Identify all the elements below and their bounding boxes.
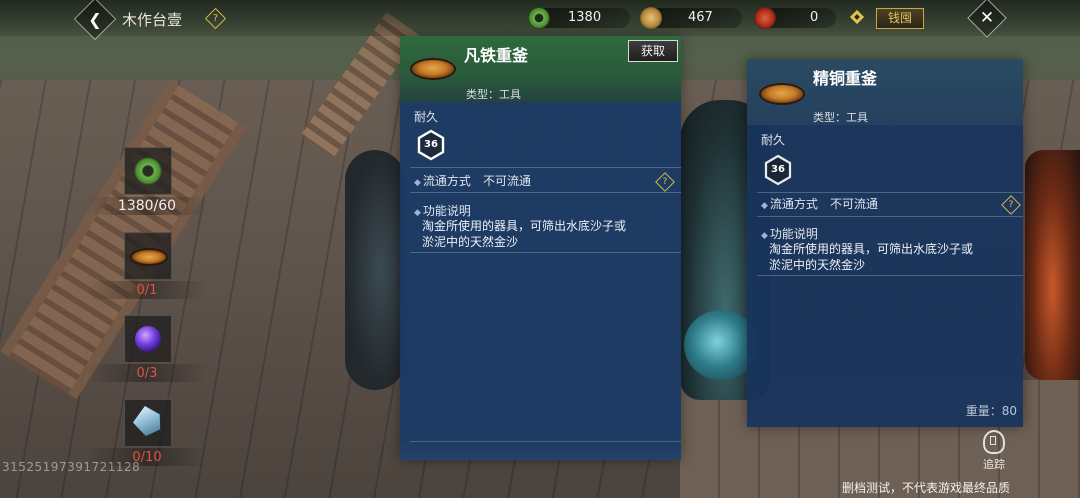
bronze-pan-icon xyxy=(759,83,805,105)
user-id: 31525197391721128 xyxy=(2,460,141,474)
function-label: 功能说明 xyxy=(769,227,818,241)
iron-pan-icon xyxy=(410,58,456,80)
circulation-help-button[interactable]: ? xyxy=(655,172,675,192)
trace-button[interactable]: 追踪 xyxy=(980,430,1008,472)
bullet-icon: ◆ xyxy=(761,201,768,211)
function-description: 淘金所使用的器具，可筛出水底沙子或 淤泥中的天然金沙 xyxy=(769,241,973,273)
trace-label: 追踪 xyxy=(983,458,1005,471)
durability-label: 耐久 xyxy=(761,133,786,147)
divider xyxy=(410,167,681,168)
page-title: 木作台壹 xyxy=(122,11,183,29)
function-label: 功能说明 xyxy=(422,204,471,218)
add-currency-icon[interactable] xyxy=(849,9,865,25)
item-card-primary: 凡铁重釜 获取 类型：工具 耐久 36 ◆ 流通方式 不可流通 ? ◆ 功能说明 淘金… xyxy=(400,36,681,460)
bullet-icon: ◆ xyxy=(761,231,768,241)
circulation-value: 不可流通 xyxy=(482,174,531,188)
divider xyxy=(410,252,681,253)
red-gem-icon xyxy=(754,7,776,29)
material-count: 0/1 xyxy=(136,283,158,298)
bullet-icon: ◆ xyxy=(414,208,421,218)
material-slot[interactable] xyxy=(124,232,172,280)
card-footer xyxy=(400,438,681,460)
durability-value: 36 xyxy=(771,164,785,175)
trace-icon xyxy=(983,430,1005,454)
divider xyxy=(757,216,1023,217)
circulation-help-button[interactable]: ? xyxy=(1001,195,1021,215)
circulation-row: ◆ 流通方式 不可流通 xyxy=(414,172,531,189)
currency-copper-coin: 467 xyxy=(640,7,742,29)
divider xyxy=(757,192,1023,193)
back-arrow-icon: ❮ xyxy=(88,9,102,29)
durability-label: 耐久 xyxy=(414,110,439,124)
currency-value: 0 xyxy=(810,10,819,25)
circulation-label: 流通方式 xyxy=(422,174,471,188)
item-name: 凡铁重釜 xyxy=(464,46,529,65)
close-button[interactable]: ✕ xyxy=(967,0,1007,38)
circulation-value: 不可流通 xyxy=(829,197,878,211)
currency-green-spiral: 1380 xyxy=(528,7,630,29)
circulation-label: 流通方式 xyxy=(769,197,818,211)
item-weight: 重量：80 xyxy=(965,404,1017,418)
durability-value: 36 xyxy=(424,139,438,150)
help-icon: ? xyxy=(662,177,668,187)
currency-value: 467 xyxy=(688,10,713,25)
durability-hex-icon: 36 xyxy=(415,129,447,161)
close-icon: ✕ xyxy=(979,8,995,28)
description-line: 淤泥中的天然金沙 xyxy=(769,258,866,272)
gold-pan-icon xyxy=(130,248,168,266)
function-row: ◆ 功能说明 xyxy=(414,202,471,219)
crystal-ore-icon xyxy=(130,404,166,440)
material-slot[interactable] xyxy=(124,315,172,363)
green-spiral-icon xyxy=(134,157,162,185)
help-button[interactable]: ? xyxy=(204,7,227,30)
circulation-row: ◆ 流通方式 不可流通 xyxy=(761,195,878,212)
purple-orb-icon xyxy=(135,326,161,352)
item-name: 精铜重釜 xyxy=(813,69,878,88)
copper-coin-icon xyxy=(640,7,662,29)
function-description: 淘金所使用的器具，可筛出水底沙子或 淤泥中的天然金沙 xyxy=(422,218,626,250)
item-type: 类型：工具 xyxy=(466,88,521,101)
red-lantern xyxy=(1025,150,1080,380)
description-line: 淘金所使用的器具，可筛出水底沙子或 xyxy=(769,242,974,256)
function-row: ◆ 功能说明 xyxy=(761,225,818,242)
green-spiral-icon xyxy=(528,7,550,29)
back-button[interactable]: ❮ xyxy=(73,0,117,41)
bullet-icon: ◆ xyxy=(414,178,421,188)
material-count: 1380/60 xyxy=(117,198,177,214)
description-line: 淤泥中的天然金沙 xyxy=(422,235,519,249)
item-card-compare: 精铜重釜 类型：工具 耐久 36 ◆ 流通方式 不可流通 ? ◆ 功能说明 淘金所使用… xyxy=(747,59,1023,427)
material-slot[interactable] xyxy=(124,399,172,447)
currency-red-gem: 0 xyxy=(754,7,836,29)
currency-value: 1380 xyxy=(568,10,602,25)
divider xyxy=(757,275,1023,276)
material-count: 0/3 xyxy=(136,366,158,381)
divider xyxy=(410,192,681,193)
item-type: 类型：工具 xyxy=(813,111,868,124)
test-disclaimer: 删档测试，不代表游戏最终品质 xyxy=(842,481,1011,495)
top-bar: ❮ 木作台壹 ? 1380 467 0 钱囤 ✕ xyxy=(0,0,1080,41)
obtain-button[interactable]: 获取 xyxy=(628,40,678,62)
recharge-button[interactable]: 钱囤 xyxy=(876,8,924,29)
help-icon: ? xyxy=(212,13,219,24)
description-line: 淘金所使用的器具，可筛出水底沙子或 xyxy=(422,219,627,233)
durability-hex-icon: 36 xyxy=(762,154,794,186)
material-slot[interactable] xyxy=(124,147,172,195)
help-icon: ? xyxy=(1008,200,1014,210)
background-pot xyxy=(345,150,405,390)
